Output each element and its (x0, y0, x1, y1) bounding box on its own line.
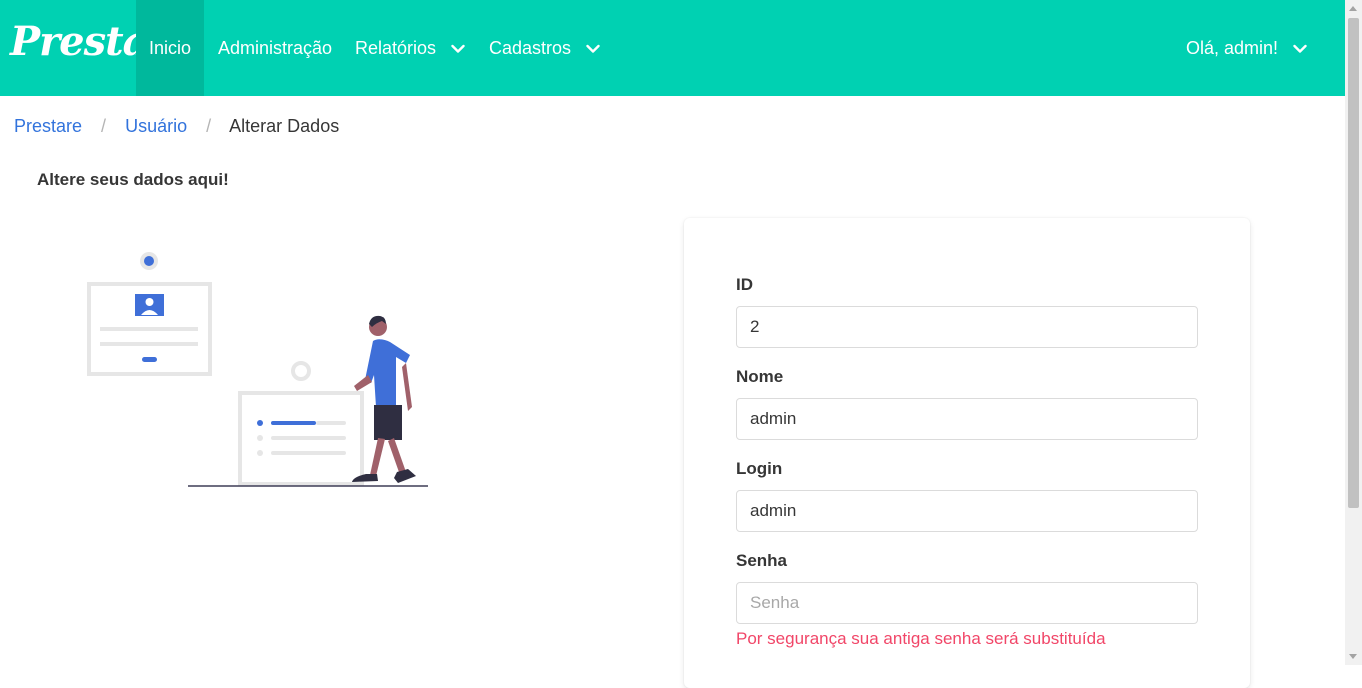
scrollbar-thumb[interactable] (1348, 18, 1359, 508)
nav-item-inicio[interactable]: Inicio (136, 0, 205, 96)
nav-item-label: Relatórios (355, 38, 437, 58)
scroll-down-arrow-icon[interactable] (1349, 654, 1357, 659)
nome-field[interactable] (736, 398, 1198, 440)
scroll-up-arrow-icon[interactable] (1349, 6, 1357, 11)
chevron-down-icon (451, 45, 465, 53)
top-navbar: Prestare Inicio Administração Relatórios… (0, 0, 1345, 96)
breadcrumb-link-prestare[interactable]: Prestare (14, 116, 82, 136)
nav-item-label: Inicio (149, 38, 192, 58)
nav-item-cadastros[interactable]: Cadastros (489, 0, 600, 96)
page-subtitle: Altere seus dados aqui! (37, 170, 229, 189)
breadcrumb-current: Alterar Dados (229, 116, 340, 136)
breadcrumb-link-usuario[interactable]: Usuário (125, 116, 187, 136)
page-scrollbar[interactable] (1345, 0, 1362, 665)
edit-user-form-card: ID Nome Login Senha Por segurança sua an… (684, 218, 1250, 688)
nav-item-label: Administração (218, 38, 333, 58)
profile-edit-illustration (87, 252, 428, 487)
senha-help-text: Por segurança sua antiga senha será subs… (736, 629, 1106, 648)
breadcrumb-separator: / (206, 116, 212, 136)
chevron-down-icon (586, 45, 600, 53)
login-field[interactable] (736, 490, 1198, 532)
senha-field[interactable] (736, 582, 1198, 624)
breadcrumb-separator: / (101, 116, 107, 136)
nome-label: Nome (736, 367, 784, 386)
id-field[interactable] (736, 306, 1198, 348)
senha-label: Senha (736, 551, 788, 570)
breadcrumb: Prestare / Usuário / Alterar Dados (14, 116, 339, 137)
user-greeting: Olá, admin! (1186, 38, 1279, 58)
nav-item-relatorios[interactable]: Relatórios (355, 0, 465, 96)
chevron-down-icon (1293, 45, 1307, 53)
user-menu[interactable]: Olá, admin! (1186, 0, 1307, 96)
id-label: ID (736, 275, 753, 294)
nav-item-label: Cadastros (489, 38, 572, 58)
login-label: Login (736, 459, 783, 478)
nav-item-administracao[interactable]: Administração (218, 0, 332, 96)
